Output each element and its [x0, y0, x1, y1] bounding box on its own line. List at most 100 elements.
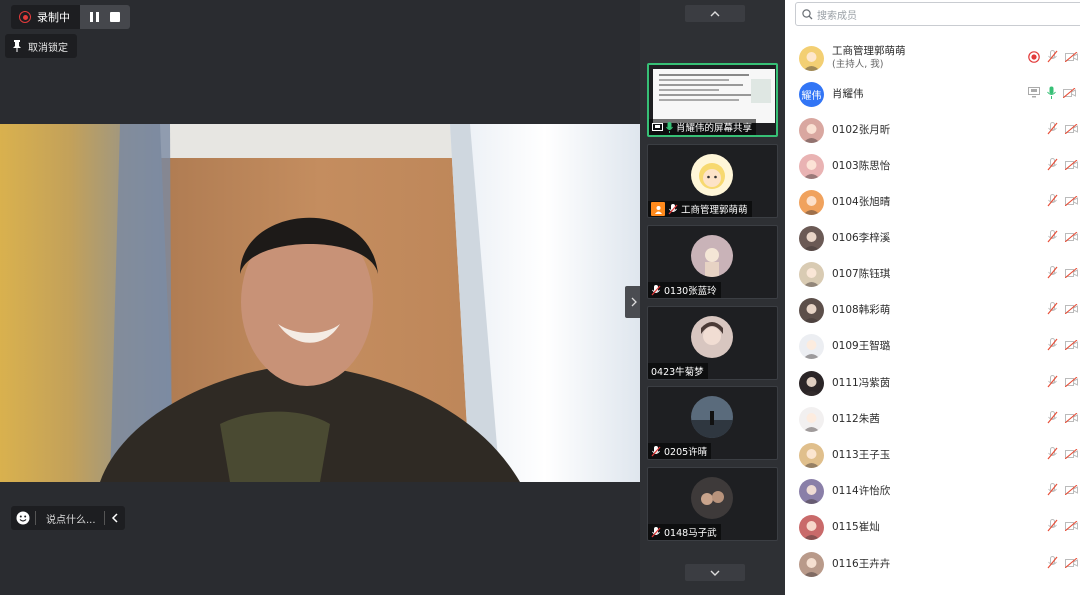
member-camera-button[interactable]	[1064, 484, 1078, 498]
member-name: 0111冯紫茵	[832, 376, 891, 389]
member-row[interactable]: 0114许怡欣	[799, 474, 1080, 508]
member-status-icons	[1028, 510, 1078, 544]
avatar	[691, 396, 733, 438]
tile-label: 0130张蓝玲	[648, 282, 721, 298]
chat-input[interactable]: 说点什么...	[36, 511, 104, 526]
mic-muted-icon	[651, 445, 661, 456]
search-placeholder: 搜索成员	[817, 10, 857, 22]
member-row[interactable]: 0115崔灿	[799, 510, 1080, 544]
member-mic-button[interactable]	[1047, 447, 1058, 463]
member-name-block: 0115崔灿	[832, 521, 880, 534]
mic-muted-icon	[1047, 158, 1058, 171]
scroll-down-button[interactable]	[685, 564, 745, 581]
scroll-up-button[interactable]	[685, 5, 745, 22]
member-mic-button[interactable]	[1047, 122, 1058, 138]
member-name-block: 0108韩彩萌	[832, 304, 890, 317]
member-mic-button[interactable]	[1047, 556, 1058, 572]
member-mic-button[interactable]	[1047, 375, 1058, 391]
member-row[interactable]: 0106李梓溪	[799, 221, 1080, 255]
member-camera-button[interactable]	[1064, 267, 1078, 281]
member-row[interactable]: 0112朱茜	[799, 402, 1080, 436]
member-row[interactable]: 工商管理郭萌萌 (主持人, 我)	[799, 41, 1080, 75]
member-name: 0107陈钰琪	[832, 267, 891, 280]
avatar	[799, 370, 824, 396]
mic-on-icon	[666, 121, 673, 133]
member-camera-button[interactable]	[1064, 231, 1078, 245]
tile-label: 0205许晴	[648, 443, 712, 459]
member-row[interactable]: 0111冯紫茵	[799, 366, 1080, 400]
camera-off-icon	[1064, 195, 1078, 207]
record-icon	[19, 11, 31, 23]
unlock-button[interactable]: 取消锁定	[5, 34, 77, 58]
member-role: (主持人, 我)	[832, 59, 884, 70]
video-tile[interactable]: 0130张蓝玲	[647, 225, 778, 299]
collapse-chat-button[interactable]	[105, 506, 125, 530]
camera-off-icon	[1064, 231, 1078, 243]
member-status-icons	[1028, 185, 1078, 219]
member-name-block: 0106李梓溪	[832, 232, 890, 245]
video-tile[interactable]: 0148马子武	[647, 467, 778, 541]
avatar	[799, 153, 824, 179]
pause-recording-button[interactable]	[90, 12, 100, 22]
member-name: 0103陈思怡	[832, 159, 891, 172]
member-mic-button[interactable]	[1047, 86, 1056, 102]
member-mic-button[interactable]	[1047, 50, 1058, 66]
member-mic-button[interactable]	[1047, 194, 1058, 210]
recording-label: 录制中	[37, 11, 70, 24]
stop-recording-button[interactable]	[110, 12, 120, 22]
member-mic-button[interactable]	[1047, 519, 1058, 535]
video-frame	[0, 124, 640, 482]
member-camera-button[interactable]	[1064, 376, 1078, 390]
smile-icon	[16, 511, 30, 525]
video-tile-screen-share[interactable]: 肖耀伟的屏幕共享	[647, 63, 778, 137]
member-name: 0113王子玉	[832, 448, 891, 461]
member-row[interactable]: 0104张旭晴	[799, 185, 1080, 219]
member-row[interactable]: 0108韩彩萌	[799, 293, 1080, 327]
member-row[interactable]: 0103陈思怡	[799, 149, 1080, 183]
avatar	[799, 261, 824, 287]
video-tile[interactable]: 0423牛菊梦	[647, 306, 778, 380]
member-status-icons	[1028, 293, 1078, 327]
member-camera-button[interactable]	[1064, 412, 1078, 426]
tile-name: 工商管理郭萌萌	[681, 205, 748, 216]
member-mic-button[interactable]	[1047, 302, 1058, 318]
member-row[interactable]: 0102张月昕	[799, 113, 1080, 147]
member-row[interactable]: 0113王子玉	[799, 438, 1080, 472]
emoji-button[interactable]	[11, 506, 35, 530]
member-row[interactable]: 0116王卉卉	[799, 547, 1080, 581]
recording-status: 录制中	[11, 5, 80, 29]
member-camera-button[interactable]	[1064, 520, 1078, 534]
screen-share-icon	[1028, 87, 1040, 98]
member-mic-button[interactable]	[1047, 158, 1058, 174]
member-camera-button[interactable]	[1064, 557, 1078, 571]
avatar	[691, 154, 733, 196]
member-mic-button[interactable]	[1047, 483, 1058, 499]
member-mic-button[interactable]	[1047, 266, 1058, 282]
member-camera-button[interactable]	[1062, 87, 1076, 101]
member-name-block: 0113王子玉	[832, 449, 890, 462]
member-camera-button[interactable]	[1064, 195, 1078, 209]
member-mic-button[interactable]	[1047, 411, 1058, 427]
member-camera-button[interactable]	[1064, 448, 1078, 462]
member-camera-button[interactable]	[1064, 123, 1078, 137]
video-tile-host[interactable]: 工商管理郭萌萌	[647, 144, 778, 218]
member-mic-button[interactable]	[1047, 230, 1058, 246]
tile-name: 0423牛菊梦	[651, 367, 704, 378]
member-camera-button[interactable]	[1064, 339, 1078, 353]
avatar	[799, 225, 824, 251]
camera-off-icon	[1064, 557, 1078, 569]
member-camera-button[interactable]	[1064, 159, 1078, 173]
tile-label: 0148马子武	[648, 524, 721, 540]
chevron-right-icon	[631, 297, 637, 307]
camera-off-icon	[1064, 448, 1078, 460]
member-search-input[interactable]: 搜索成员	[795, 2, 1080, 26]
member-mic-button[interactable]	[1047, 338, 1058, 354]
video-tile[interactable]: 0205许晴	[647, 386, 778, 460]
tile-name: 0205许晴	[664, 447, 708, 458]
member-camera-button[interactable]	[1064, 51, 1078, 65]
member-row[interactable]: 0109王智璐	[799, 329, 1080, 363]
member-camera-button[interactable]	[1064, 303, 1078, 317]
screen-share-indicator	[1028, 87, 1040, 101]
member-row[interactable]: 0107陈钰琪	[799, 257, 1080, 291]
member-row[interactable]: 耀伟 肖耀伟	[799, 77, 1080, 111]
